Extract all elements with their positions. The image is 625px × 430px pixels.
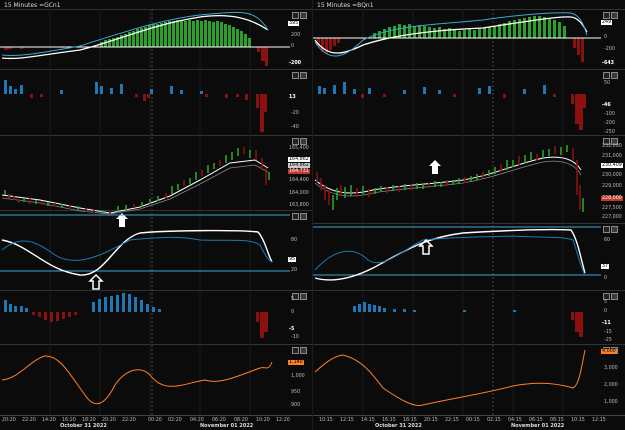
wave-series bbox=[0, 214, 290, 290]
time-tick: 00:20 bbox=[148, 418, 162, 423]
axis-tick: -15 bbox=[604, 330, 612, 335]
axis-tick: 1,000 bbox=[604, 400, 618, 405]
time-axis[interactable]: 10:15 12:15 14:15 16:15 18:15 20:15 22:1… bbox=[313, 415, 625, 430]
axis-tick: 1,000 bbox=[291, 374, 305, 379]
time-tick: 00:15 bbox=[466, 418, 480, 423]
axis-value-tag: 13 bbox=[288, 95, 297, 100]
axis-tick: 0 bbox=[604, 309, 608, 314]
axis-tick: 5 bbox=[291, 297, 295, 302]
axis-tick: 60 bbox=[604, 238, 611, 243]
axis-value-tag: -11 bbox=[601, 321, 612, 326]
oscillator-2-bars bbox=[318, 82, 586, 130]
time-tick: 10:20 bbox=[256, 418, 270, 423]
axis-tick: 50 bbox=[604, 81, 611, 86]
axis-tick: 229,000 bbox=[602, 184, 622, 189]
axis-value-tag: 164,731 bbox=[288, 169, 310, 174]
time-tick: 22:20 bbox=[22, 418, 36, 423]
axis-value-tag: 228,000 bbox=[601, 196, 623, 201]
up-arrow-icon bbox=[429, 160, 441, 174]
histogram-bars bbox=[4, 293, 268, 338]
indicator-line bbox=[314, 349, 586, 407]
axis-tick: 232,000 bbox=[602, 144, 622, 149]
axis-tick: 5 bbox=[604, 300, 608, 305]
time-tick: 20:20 bbox=[2, 418, 16, 423]
date-label: November 01 2022 bbox=[200, 423, 254, 429]
axis-value-tag: -200 bbox=[288, 61, 303, 66]
axis-value-tag: 4,000 bbox=[601, 349, 617, 354]
axis-tick: 164,400 bbox=[289, 178, 309, 183]
axis-tick: -100 bbox=[604, 112, 615, 117]
axis-value-tag: 249 bbox=[601, 20, 613, 25]
axis-tick: -200 bbox=[604, 47, 615, 52]
time-tick: 22:15 bbox=[445, 418, 459, 423]
chart-window-right[interactable]: 15 Minutes =BQn1 249 0 -200 -643 50 -46 … bbox=[313, 0, 625, 430]
axis-tick: 164,000 bbox=[289, 191, 309, 196]
axis-tick: -10 bbox=[291, 335, 299, 340]
wave-series bbox=[313, 226, 601, 281]
axis-tick: 230,000 bbox=[602, 173, 622, 178]
oscillator-1-bars bbox=[313, 12, 601, 62]
axis-value-tag: -643 bbox=[601, 61, 616, 66]
time-tick: 22:20 bbox=[122, 418, 136, 423]
chart-window-left[interactable]: 15 Minutes =GCn1 395 200 0 -200 13 -20 -… bbox=[0, 0, 312, 430]
axis-value-tag: 164,862 bbox=[288, 157, 310, 162]
chart-graphics-right bbox=[313, 9, 601, 416]
axis-tick: -40 bbox=[291, 125, 299, 130]
time-tick: 12:20 bbox=[276, 418, 290, 423]
axis-value-tag: 230,409 bbox=[601, 163, 623, 168]
axis-value-tag: 1,140 bbox=[288, 360, 304, 365]
axis-tick: 227,500 bbox=[602, 206, 622, 211]
time-tick: 14:15 bbox=[361, 418, 375, 423]
time-tick: 02:20 bbox=[168, 418, 182, 423]
price-series bbox=[314, 145, 584, 212]
date-label: November 01 2022 bbox=[511, 423, 565, 429]
time-tick: 10:15 bbox=[319, 418, 333, 423]
axis-tick: 80 bbox=[291, 238, 298, 243]
axis-tick: -200 bbox=[604, 121, 615, 126]
axis-tick: 0 bbox=[291, 44, 295, 49]
axis-tick: 2,000 bbox=[604, 383, 618, 388]
axis-tick: 0 bbox=[604, 35, 608, 40]
date-label: October 31 2022 bbox=[60, 423, 107, 429]
axis-tick: 200 bbox=[291, 33, 301, 38]
axis-value-tag: -46 bbox=[601, 103, 612, 108]
axis-tick: 900 bbox=[291, 403, 301, 408]
histogram-bars bbox=[353, 302, 583, 337]
axis-tick: 20 bbox=[291, 268, 298, 273]
axis-tick: 227,000 bbox=[602, 215, 622, 220]
time-tick: 10:15 bbox=[571, 418, 585, 423]
date-label: October 31 2022 bbox=[375, 423, 422, 429]
axis-value-tag: -5 bbox=[288, 327, 296, 332]
indicator-line bbox=[1, 355, 273, 405]
axis-tick: -250 bbox=[604, 130, 615, 135]
chart-graphics-left bbox=[0, 9, 290, 416]
axis-tick: 231,000 bbox=[602, 154, 622, 159]
axis-value-tag: 95 bbox=[288, 257, 297, 262]
axis-tick: 0 bbox=[291, 310, 295, 315]
axis-tick: 0 bbox=[604, 276, 608, 281]
time-tick: 12:15 bbox=[340, 418, 354, 423]
axis-value-tag: 37 bbox=[601, 264, 610, 269]
axis-tick: 165,400 bbox=[289, 146, 309, 151]
time-axis[interactable]: 20:20 22:20 14:20 16:20 18:20 20:20 22:2… bbox=[0, 415, 312, 430]
oscillator-2-bars bbox=[4, 80, 267, 132]
axis-tick: -25 bbox=[604, 338, 612, 343]
time-tick: 20:15 bbox=[424, 418, 438, 423]
time-tick: 02:15 bbox=[487, 418, 501, 423]
axis-tick: -20 bbox=[291, 111, 299, 116]
axis-tick: 3,000 bbox=[604, 366, 618, 371]
time-tick: 12:15 bbox=[592, 418, 606, 423]
axis-value-tag: 395 bbox=[288, 21, 300, 26]
axis-tick: 950 bbox=[291, 390, 301, 395]
time-tick: 14:20 bbox=[42, 418, 56, 423]
axis-tick: 163,800 bbox=[289, 203, 309, 208]
axis-value-tag: 164,862 bbox=[288, 163, 310, 168]
oscillator-1-bars bbox=[0, 11, 290, 66]
